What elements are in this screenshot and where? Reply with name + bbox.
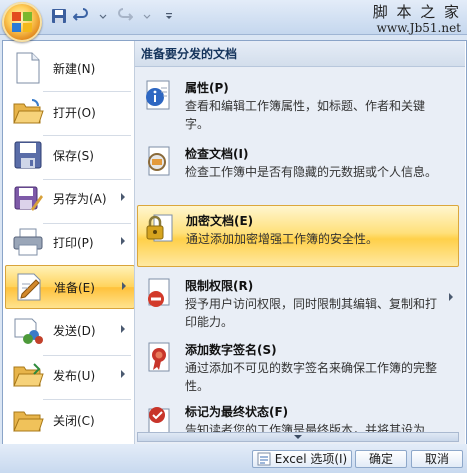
- excel-options-button[interactable]: Excel 选项(I): [252, 450, 352, 468]
- encrypt-icon: [146, 214, 173, 242]
- prepare-submenu: 准备要分发的文档 属性(P) 查看和编辑工作簿属性，如标题、作者和关键字。 检查…: [134, 41, 465, 445]
- menu-item-print[interactable]: 打印(P): [5, 221, 133, 263]
- submenu-item-title: 检查文档(I): [185, 147, 249, 161]
- submenu-header: 准备要分发的文档: [135, 41, 465, 67]
- restrict-icon: [148, 278, 170, 307]
- menu-item-close[interactable]: 关闭(C): [5, 399, 133, 441]
- submenu-item-desc: 查看和编辑工作簿属性，如标题、作者和关键字。: [185, 99, 426, 131]
- submenu-item-title: 限制权限(R): [185, 279, 254, 293]
- submenu-item-signature[interactable]: 添加数字签名(S) 通过添加不可见的数字签名来确保工作簿的完整性。: [137, 335, 459, 397]
- menu-item-label: 新建(N): [53, 61, 96, 76]
- menu-item-open[interactable]: 打开(O): [5, 91, 133, 133]
- cancel-button[interactable]: 取消: [411, 450, 463, 468]
- menu-item-label: 关闭(C): [53, 413, 95, 428]
- submenu-item-title: 属性(P): [185, 81, 229, 95]
- submenu-item-properties[interactable]: 属性(P) 查看和编辑工作簿属性，如标题、作者和关键字。: [137, 73, 459, 135]
- title-bar: 脚 本 之 家 www.Jb51.net: [0, 0, 467, 42]
- menu-item-label: 发布(U): [53, 368, 96, 383]
- submenu-item-encrypt[interactable]: 加密文档(E) 通过添加加密增强工作簿的安全性。: [137, 205, 459, 267]
- submenu-item-desc: 通过添加加密增强工作簿的安全性。: [186, 232, 379, 246]
- submenu-item-mark-final[interactable]: 标记为最终状态(F) 告知读者您的工作簿是最终版本，并将其设为: [137, 397, 459, 433]
- excel-options-label: Excel 选项(I): [274, 452, 348, 466]
- submenu-item-desc: 检查工作簿中是否有隐藏的元数据或个人信息。: [185, 165, 438, 179]
- left-menu: 新建(N) 打开(O) 保存(S) 另存为(A) 打印(P) 准备(E) 发送(…: [3, 41, 135, 445]
- submenu-arrow-icon: [121, 193, 125, 201]
- save-icon[interactable]: [50, 7, 68, 25]
- menu-item-label: 打开(O): [53, 105, 96, 120]
- submenu-arrow-icon: [121, 237, 125, 245]
- watermark-url: www.Jb51.net: [376, 21, 461, 35]
- submenu-item-desc: 通过添加不可见的数字签名来确保工作簿的完整性。: [185, 361, 438, 393]
- customize-toolbar-icon[interactable]: [160, 7, 178, 25]
- menu-item-label: 另存为(A): [53, 191, 107, 206]
- office-logo-icon: [12, 12, 32, 32]
- quick-access-toolbar: [50, 6, 178, 26]
- watermark-chinese: 脚 本 之 家: [372, 3, 461, 21]
- menu-item-prepare[interactable]: 准备(E): [5, 265, 135, 309]
- scroll-down-button[interactable]: [137, 432, 459, 442]
- submenu-arrow-icon: [122, 282, 126, 290]
- menu-item-publish[interactable]: 发布(U): [5, 354, 133, 396]
- close-folder-icon: [11, 403, 45, 437]
- inspect-icon: [148, 146, 170, 176]
- submenu-item-title: 标记为最终状态(F): [185, 405, 289, 419]
- send-icon: [11, 313, 45, 347]
- menu-item-send[interactable]: 发送(D): [5, 309, 133, 351]
- submenu-arrow-icon: [449, 293, 453, 301]
- save-icon: [11, 138, 45, 172]
- menu-item-label: 保存(S): [53, 148, 94, 163]
- ok-button[interactable]: 确定: [355, 450, 407, 468]
- submenu-item-title: 加密文档(E): [186, 214, 254, 228]
- office-button[interactable]: [2, 2, 42, 42]
- save-as-icon: [11, 181, 45, 215]
- prepare-icon: [12, 270, 46, 304]
- submenu-arrow-icon: [121, 325, 125, 333]
- menu-item-label: 打印(P): [53, 235, 94, 250]
- office-menu: 新建(N) 打开(O) 保存(S) 另存为(A) 打印(P) 准备(E) 发送(…: [2, 40, 467, 446]
- submenu-item-title: 添加数字签名(S): [185, 343, 277, 357]
- chevron-down-icon: [294, 435, 302, 439]
- mark-final-icon: [148, 407, 170, 433]
- redo-icon[interactable]: [116, 7, 134, 25]
- menu-item-save[interactable]: 保存(S): [5, 134, 133, 176]
- watermark: 脚 本 之 家 www.Jb51.net: [373, 1, 461, 35]
- undo-icon[interactable]: [72, 7, 90, 25]
- options-icon: [257, 452, 271, 466]
- menu-item-label: 准备(E): [54, 280, 95, 295]
- printer-icon: [11, 225, 45, 259]
- submenu-item-desc: 授予用户访问权限，同时限制其编辑、复制和打印能力。: [185, 297, 438, 329]
- submenu-item-inspect[interactable]: 检查文档(I) 检查工作簿中是否有隐藏的元数据或个人信息。: [137, 139, 459, 201]
- submenu-arrow-icon: [121, 370, 125, 378]
- menu-item-save-as[interactable]: 另存为(A): [5, 177, 133, 219]
- submenu-item-restrict[interactable]: 限制权限(R) 授予用户访问权限，同时限制其编辑、复制和打印能力。: [137, 271, 459, 333]
- signature-icon: [148, 342, 170, 372]
- new-document-icon: [11, 51, 45, 85]
- redo-dropdown-icon[interactable]: [138, 7, 156, 25]
- menu-item-label: 发送(D): [53, 323, 96, 338]
- bottom-bar: Excel 选项(I) 确定 取消: [0, 444, 467, 473]
- publish-icon: [11, 358, 45, 392]
- properties-icon: [146, 80, 170, 110]
- undo-dropdown-icon[interactable]: [94, 7, 112, 25]
- menu-item-new[interactable]: 新建(N): [5, 47, 133, 89]
- open-folder-icon: [11, 95, 45, 129]
